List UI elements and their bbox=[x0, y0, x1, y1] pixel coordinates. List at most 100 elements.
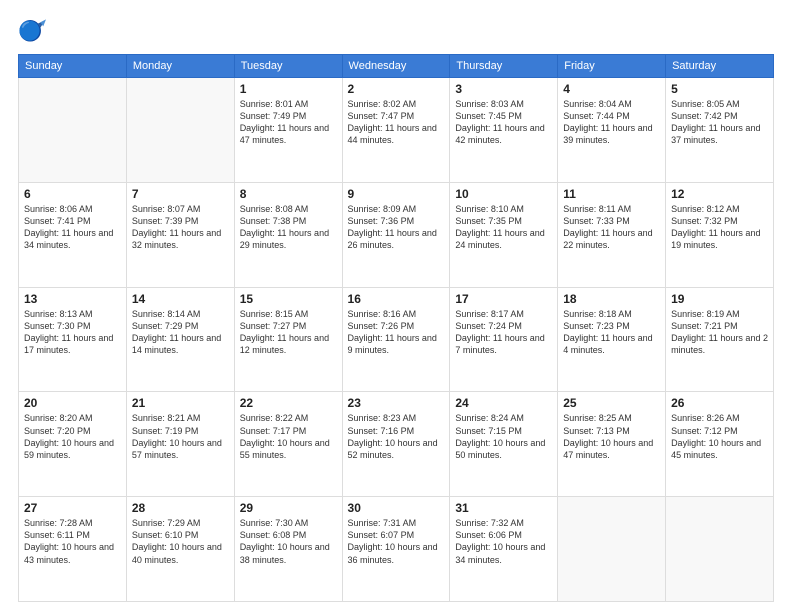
calendar-cell: 10 Sunrise: 8:10 AMSunset: 7:35 PMDayligh… bbox=[450, 182, 558, 287]
calendar-cell: 24Sunrise: 8:24 AMSunset: 7:15 PMDayligh… bbox=[450, 392, 558, 497]
day-info: Sunrise: 7:30 AMSunset: 6:08 PMDaylight:… bbox=[240, 517, 337, 566]
day-info: Sunrise: 8:10 AMSunset: 7:35 PMDaylight:… bbox=[455, 203, 552, 252]
calendar-cell: 5Sunrise: 8:05 AMSunset: 7:42 PMDaylight… bbox=[666, 78, 774, 183]
calendar-cell: 4 Sunrise: 8:04 AMSunset: 7:44 PMDaylight… bbox=[558, 78, 666, 183]
day-number: 2 bbox=[348, 82, 445, 96]
day-number: 12 bbox=[671, 187, 768, 201]
day-info: Sunrise: 7:29 AMSunset: 6:10 PMDaylight:… bbox=[132, 517, 229, 566]
day-info: Sunrise: 8:20 AMSunset: 7:20 PMDaylight:… bbox=[24, 412, 121, 461]
calendar-cell: 20Sunrise: 8:20 AMSunset: 7:20 PMDayligh… bbox=[19, 392, 127, 497]
day-number: 11 bbox=[563, 187, 660, 201]
day-number: 15 bbox=[240, 292, 337, 306]
calendar-cell: 14 Sunrise: 8:14 AMSunset: 7:29 PMDayligh… bbox=[126, 287, 234, 392]
day-info: Sunrise: 8:14 AMSunset: 7:29 PMDaylight:… bbox=[132, 308, 229, 357]
day-info: Sunrise: 8:07 AMSunset: 7:39 PMDaylight:… bbox=[132, 203, 229, 252]
calendar-cell: 19 Sunrise: 8:19 AMSunset: 7:21 PMDayligh… bbox=[666, 287, 774, 392]
calendar-cell: 6 Sunrise: 8:06 AMSunset: 7:41 PMDaylight… bbox=[19, 182, 127, 287]
calendar-cell: 17 Sunrise: 8:17 AMSunset: 7:24 PMDayligh… bbox=[450, 287, 558, 392]
day-number: 24 bbox=[455, 396, 552, 410]
day-info: Sunrise: 8:02 AMSunset: 7:47 PMDaylight:… bbox=[348, 98, 445, 147]
calendar-cell: 25Sunrise: 8:25 AMSunset: 7:13 PMDayligh… bbox=[558, 392, 666, 497]
day-number: 6 bbox=[24, 187, 121, 201]
weekday-header-friday: Friday bbox=[558, 55, 666, 78]
calendar-cell: 27Sunrise: 7:28 AMSunset: 6:11 PMDayligh… bbox=[19, 497, 127, 602]
weekday-header-sunday: Sunday bbox=[19, 55, 127, 78]
calendar-cell bbox=[19, 78, 127, 183]
page: 🔵 SundayMondayTuesdayWednesdayThursdayFr… bbox=[0, 0, 792, 612]
day-number: 8 bbox=[240, 187, 337, 201]
calendar-week-5: 27Sunrise: 7:28 AMSunset: 6:11 PMDayligh… bbox=[19, 497, 774, 602]
logo-icon: 🔵 bbox=[18, 18, 46, 46]
day-number: 3 bbox=[455, 82, 552, 96]
calendar-cell: 26 Sunrise: 8:26 AMSunset: 7:12 PMDayligh… bbox=[666, 392, 774, 497]
day-info: Sunrise: 8:15 AMSunset: 7:27 PMDaylight:… bbox=[240, 308, 337, 357]
day-info: Sunrise: 8:16 AMSunset: 7:26 PMDaylight:… bbox=[348, 308, 445, 357]
day-info: Sunrise: 8:03 AMSunset: 7:45 PMDaylight:… bbox=[455, 98, 552, 147]
calendar-cell: 16 Sunrise: 8:16 AMSunset: 7:26 PMDayligh… bbox=[342, 287, 450, 392]
calendar-cell: 1 Sunrise: 8:01 AMSunset: 7:49 PMDaylight… bbox=[234, 78, 342, 183]
day-info: Sunrise: 8:04 AMSunset: 7:44 PMDaylight:… bbox=[563, 98, 660, 147]
calendar-cell: 13 Sunrise: 8:13 AMSunset: 7:30 PMDayligh… bbox=[19, 287, 127, 392]
calendar-cell: 8Sunrise: 8:08 AMSunset: 7:38 PMDaylight… bbox=[234, 182, 342, 287]
calendar-cell bbox=[558, 497, 666, 602]
svg-text:🔵: 🔵 bbox=[18, 20, 42, 43]
day-number: 31 bbox=[455, 501, 552, 515]
day-info: Sunrise: 8:06 AMSunset: 7:41 PMDaylight:… bbox=[24, 203, 121, 252]
day-number: 30 bbox=[348, 501, 445, 515]
calendar-cell: 23 Sunrise: 8:23 AMSunset: 7:16 PMDayligh… bbox=[342, 392, 450, 497]
calendar-cell: 29Sunrise: 7:30 AMSunset: 6:08 PMDayligh… bbox=[234, 497, 342, 602]
calendar-cell bbox=[666, 497, 774, 602]
calendar-cell bbox=[126, 78, 234, 183]
day-number: 26 bbox=[671, 396, 768, 410]
day-number: 1 bbox=[240, 82, 337, 96]
day-number: 28 bbox=[132, 501, 229, 515]
day-number: 17 bbox=[455, 292, 552, 306]
day-number: 19 bbox=[671, 292, 768, 306]
day-number: 23 bbox=[348, 396, 445, 410]
day-info: Sunrise: 8:09 AMSunset: 7:36 PMDaylight:… bbox=[348, 203, 445, 252]
calendar-cell: 28 Sunrise: 7:29 AMSunset: 6:10 PMDayligh… bbox=[126, 497, 234, 602]
day-info: Sunrise: 8:01 AMSunset: 7:49 PMDaylight:… bbox=[240, 98, 337, 147]
day-number: 22 bbox=[240, 396, 337, 410]
day-info: Sunrise: 8:19 AMSunset: 7:21 PMDaylight:… bbox=[671, 308, 768, 357]
calendar-cell: 15 Sunrise: 8:15 AMSunset: 7:27 PMDayligh… bbox=[234, 287, 342, 392]
weekday-header-saturday: Saturday bbox=[666, 55, 774, 78]
day-info: Sunrise: 8:13 AMSunset: 7:30 PMDaylight:… bbox=[24, 308, 121, 357]
calendar-cell: 31 Sunrise: 7:32 AMSunset: 6:06 PMDayligh… bbox=[450, 497, 558, 602]
calendar-cell: 12 Sunrise: 8:12 AMSunset: 7:32 PMDayligh… bbox=[666, 182, 774, 287]
calendar-week-4: 20Sunrise: 8:20 AMSunset: 7:20 PMDayligh… bbox=[19, 392, 774, 497]
calendar-cell: 7 Sunrise: 8:07 AMSunset: 7:39 PMDaylight… bbox=[126, 182, 234, 287]
calendar-table: SundayMondayTuesdayWednesdayThursdayFrid… bbox=[18, 54, 774, 602]
day-info: Sunrise: 8:12 AMSunset: 7:32 PMDaylight:… bbox=[671, 203, 768, 252]
header: 🔵 bbox=[18, 18, 774, 46]
day-number: 13 bbox=[24, 292, 121, 306]
day-info: Sunrise: 7:31 AMSunset: 6:07 PMDaylight:… bbox=[348, 517, 445, 566]
calendar-cell: 18Sunrise: 8:18 AMSunset: 7:23 PMDayligh… bbox=[558, 287, 666, 392]
day-info: Sunrise: 7:28 AMSunset: 6:11 PMDaylight:… bbox=[24, 517, 121, 566]
logo: 🔵 bbox=[18, 18, 50, 46]
day-number: 21 bbox=[132, 396, 229, 410]
day-info: Sunrise: 7:32 AMSunset: 6:06 PMDaylight:… bbox=[455, 517, 552, 566]
day-info: Sunrise: 8:17 AMSunset: 7:24 PMDaylight:… bbox=[455, 308, 552, 357]
day-number: 5 bbox=[671, 82, 768, 96]
day-number: 10 bbox=[455, 187, 552, 201]
day-number: 25 bbox=[563, 396, 660, 410]
day-info: Sunrise: 8:26 AMSunset: 7:12 PMDaylight:… bbox=[671, 412, 768, 461]
day-number: 16 bbox=[348, 292, 445, 306]
calendar-cell: 21 Sunrise: 8:21 AMSunset: 7:19 PMDayligh… bbox=[126, 392, 234, 497]
calendar-cell: 11Sunrise: 8:11 AMSunset: 7:33 PMDayligh… bbox=[558, 182, 666, 287]
day-number: 7 bbox=[132, 187, 229, 201]
day-number: 9 bbox=[348, 187, 445, 201]
calendar-week-3: 13 Sunrise: 8:13 AMSunset: 7:30 PMDayligh… bbox=[19, 287, 774, 392]
weekday-header-tuesday: Tuesday bbox=[234, 55, 342, 78]
weekday-header-thursday: Thursday bbox=[450, 55, 558, 78]
calendar-cell: 30 Sunrise: 7:31 AMSunset: 6:07 PMDayligh… bbox=[342, 497, 450, 602]
weekday-header-wednesday: Wednesday bbox=[342, 55, 450, 78]
calendar-week-1: 1 Sunrise: 8:01 AMSunset: 7:49 PMDaylight… bbox=[19, 78, 774, 183]
day-info: Sunrise: 8:21 AMSunset: 7:19 PMDaylight:… bbox=[132, 412, 229, 461]
day-number: 14 bbox=[132, 292, 229, 306]
day-info: Sunrise: 8:18 AMSunset: 7:23 PMDaylight:… bbox=[563, 308, 660, 357]
day-info: Sunrise: 8:22 AMSunset: 7:17 PMDaylight:… bbox=[240, 412, 337, 461]
day-number: 4 bbox=[563, 82, 660, 96]
day-info: Sunrise: 8:23 AMSunset: 7:16 PMDaylight:… bbox=[348, 412, 445, 461]
